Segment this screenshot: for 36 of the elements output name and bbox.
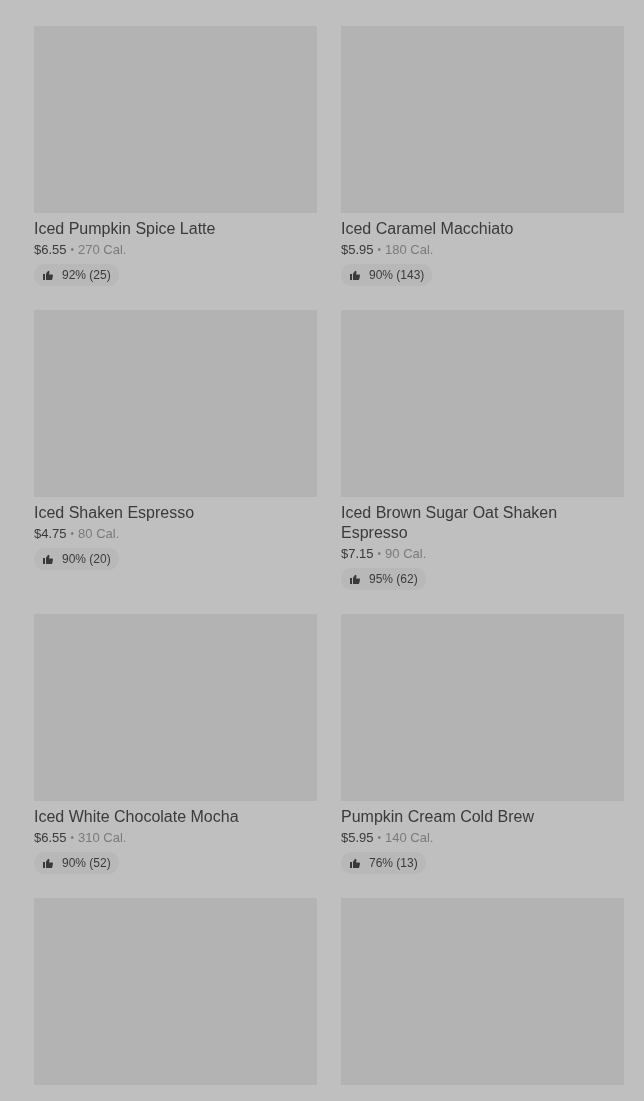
item-calories: 140 Cal. (385, 830, 434, 846)
separator-dot: • (70, 831, 75, 845)
item-price: $5.95 (341, 830, 374, 846)
separator-dot: • (377, 243, 382, 257)
item-price: $4.75 (34, 526, 67, 542)
item-price: $5.95 (341, 242, 374, 258)
item-title[interactable]: Iced Caramel Macchiato (341, 219, 624, 239)
thumbs-up-icon (42, 553, 54, 565)
thumbs-up-icon (349, 269, 361, 281)
item-calories: 270 Cal. (78, 242, 127, 258)
item-title[interactable]: Pumpkin Cream Cold Brew (341, 807, 624, 827)
rating-text: 76% (13) (369, 855, 418, 872)
item-title[interactable]: Iced Pumpkin Spice Latte (34, 219, 317, 239)
separator-dot: • (70, 243, 75, 257)
rating-text: 90% (52) (62, 855, 111, 872)
item-title[interactable]: Iced Shaken Espresso (34, 503, 317, 523)
item-calories: 180 Cal. (385, 242, 434, 258)
item-price: $7.15 (341, 546, 374, 562)
item-price: $6.55 (34, 242, 67, 258)
separator-dot: • (70, 527, 75, 541)
thumbs-up-icon (349, 857, 361, 869)
item-title[interactable]: Iced Brown Sugar Oat Shaken Espresso (341, 503, 624, 543)
rating-text: 92% (25) (62, 267, 111, 284)
separator-dot: • (377, 831, 382, 845)
item-calories: 80 Cal. (78, 526, 120, 542)
thumbs-up-icon (349, 573, 361, 585)
thumbs-up-icon (42, 269, 54, 281)
thumbs-up-icon (42, 857, 54, 869)
item-title[interactable]: Iced White Chocolate Mocha (34, 807, 317, 827)
rating-text: 90% (143) (369, 267, 425, 284)
item-calories: 90 Cal. (385, 546, 427, 562)
separator-dot: • (377, 547, 382, 561)
rating-text: 90% (20) (62, 551, 111, 568)
item-price: $6.55 (34, 830, 67, 846)
rating-text: 95% (62) (369, 571, 418, 588)
item-calories: 310 Cal. (78, 830, 127, 846)
